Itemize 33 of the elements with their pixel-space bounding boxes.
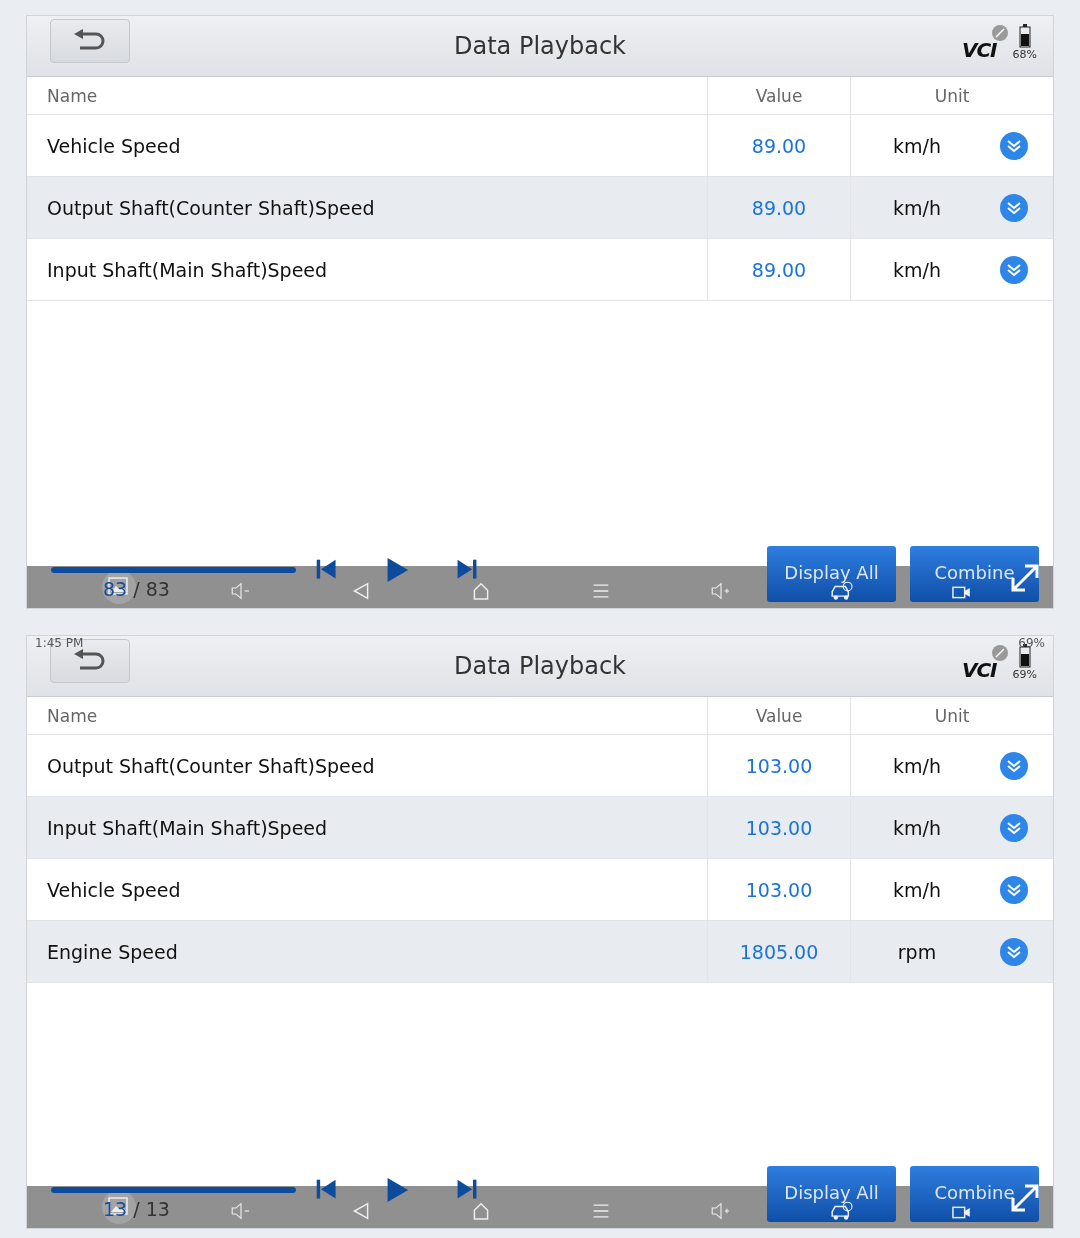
table-cell: Engine Speed xyxy=(27,921,707,983)
unit-text: km/h xyxy=(892,258,942,281)
battery-percent: 68% xyxy=(1012,48,1037,61)
unit-text: km/h xyxy=(892,816,942,839)
vci-logo: VCI xyxy=(961,658,997,682)
table-cell: 89.00 xyxy=(707,115,850,177)
current-frame: 13 xyxy=(103,1198,128,1220)
table-cell: 89.00 xyxy=(707,239,850,301)
unit-text: km/h xyxy=(892,878,942,901)
table-cell: Output Shaft(Counter Shaft)Speed xyxy=(27,177,707,239)
unit-text: km/h xyxy=(892,754,942,777)
action-button[interactable]: Display All xyxy=(767,546,896,602)
table-cell: 103.00 xyxy=(707,797,850,859)
unit-text: km/h xyxy=(892,134,942,157)
action-button[interactable]: Combine xyxy=(910,1166,1039,1222)
vci-logo: VCI xyxy=(961,38,997,62)
total-frames: / 83 xyxy=(133,578,170,600)
action-button[interactable]: Display All xyxy=(767,1166,896,1222)
unit-text: km/h xyxy=(892,196,942,219)
total-frames: / 13 xyxy=(133,1198,170,1220)
action-button[interactable]: Combine xyxy=(910,546,1039,602)
table-cell: Input Shaft(Main Shaft)Speed xyxy=(27,797,707,859)
table-cell: 103.00 xyxy=(707,735,850,797)
status-battery: 69% xyxy=(1018,636,1045,650)
unit-text: rpm xyxy=(896,940,938,963)
table-cell: 89.00 xyxy=(707,177,850,239)
current-frame: 83 xyxy=(103,578,128,600)
page-title: Data Playback xyxy=(454,652,626,680)
status-time: 1:45 PM xyxy=(35,636,84,650)
table-cell: 103.00 xyxy=(707,859,850,921)
battery-percent: 69% xyxy=(1012,668,1037,681)
page-title: Data Playback xyxy=(454,32,626,60)
table-cell: 1805.00 xyxy=(707,921,850,983)
